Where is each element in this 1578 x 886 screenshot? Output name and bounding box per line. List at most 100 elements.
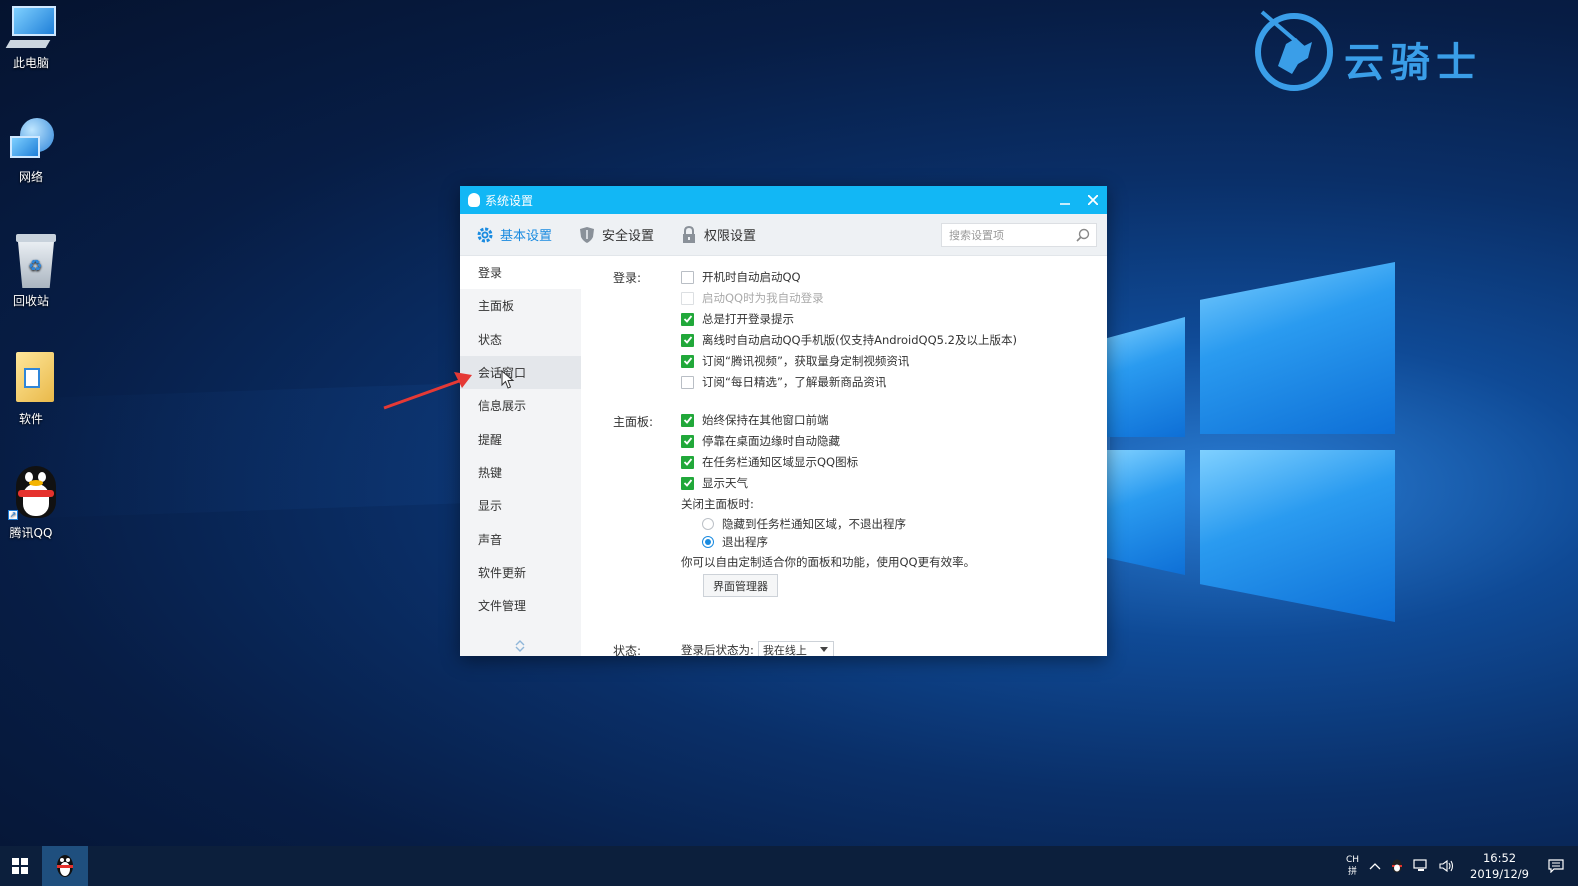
option-label: 停靠在桌面边缘时自动隐藏 xyxy=(702,434,840,448)
qq-penguin-icon xyxy=(57,855,73,877)
checkbox-checked[interactable] xyxy=(681,434,694,448)
option-label: 订阅“腾讯视频”，获取量身定制视频资讯 xyxy=(702,354,910,368)
desktop-icon-recycle-bin[interactable]: ♻ 回收站 xyxy=(0,234,62,309)
shield-icon xyxy=(578,226,596,244)
option-auto-login: 启动QQ时为我自动登录 xyxy=(681,290,824,306)
chevron-up-icon[interactable] xyxy=(1369,862,1381,870)
interface-manager-button[interactable]: 界面管理器 xyxy=(703,574,778,597)
qq-tray-icon[interactable] xyxy=(1391,859,1403,873)
option-label: 在任务栏通知区域显示QQ图标 xyxy=(702,455,859,469)
desktop-icon-network[interactable]: 网络 xyxy=(0,118,62,185)
status-select-value: 我在线上 xyxy=(762,644,807,656)
radio-exit-program[interactable]: 退出程序 xyxy=(702,534,768,550)
settings-sidebar: 登录 主面板 状态 会话窗口 信息展示 提醒 热键 显示 声音 软件更新 文件管… xyxy=(460,256,581,656)
desktop-icon-software-folder[interactable]: 软件 xyxy=(0,352,62,427)
option-always-on-top[interactable]: 始终保持在其他窗口前端 xyxy=(681,412,829,428)
option-label: 始终保持在其他窗口前端 xyxy=(702,413,829,427)
status-after-login-row: 登录后状态为: 我在线上 xyxy=(681,641,834,656)
option-auto-hide[interactable]: 停靠在桌面边缘时自动隐藏 xyxy=(681,433,840,449)
option-show-weather[interactable]: 显示天气 xyxy=(681,475,748,491)
desktop-icon-qq[interactable]: ↗ 腾讯QQ xyxy=(0,466,62,541)
sidebar-item-software-update[interactable]: 软件更新 xyxy=(460,556,581,589)
tab-permission-settings[interactable]: 权限设置 xyxy=(680,225,756,244)
knight-icon xyxy=(1255,10,1333,91)
status-select[interactable]: 我在线上 xyxy=(757,641,834,656)
ime-lang: CH xyxy=(1345,855,1360,865)
computer-icon xyxy=(5,4,56,50)
sidebar-item-status[interactable]: 状态 xyxy=(460,323,581,356)
desktop-icon-label: 腾讯QQ xyxy=(9,526,53,540)
radio-selected[interactable] xyxy=(702,536,714,548)
desktop-icon-label: 软件 xyxy=(18,412,43,426)
radio-unselected[interactable] xyxy=(702,518,714,530)
taskbar-qq-button[interactable] xyxy=(42,846,88,886)
tab-basic-settings[interactable]: 基本设置 xyxy=(476,225,552,244)
login-section-label: 登录: xyxy=(613,271,642,285)
gear-icon xyxy=(476,226,494,244)
tab-label: 安全设置 xyxy=(602,229,655,244)
check-icon xyxy=(683,437,692,445)
option-label: 退出程序 xyxy=(722,535,768,549)
dialog-title: 系统设置 xyxy=(485,193,534,208)
checkbox-unchecked[interactable] xyxy=(681,375,694,389)
network-icon xyxy=(6,118,56,164)
volume-icon[interactable] xyxy=(1439,859,1455,873)
windows-start-icon xyxy=(12,858,28,874)
brand-logo: 云骑士 xyxy=(1252,8,1532,98)
radio-hide-to-tray[interactable]: 隐藏到任务栏通知区域，不退出程序 xyxy=(702,516,906,532)
option-label: 订阅“每日精选”，了解最新商品资讯 xyxy=(702,375,887,389)
qq-logo-icon xyxy=(468,193,480,207)
option-offline-mobile[interactable]: 离线时自动启动QQ手机版(仅支持AndroidQQ5.2及以上版本) xyxy=(681,332,1017,348)
desktop-icon-label: 回收站 xyxy=(12,294,49,308)
option-label: 离线时自动启动QQ手机版(仅支持AndroidQQ5.2及以上版本) xyxy=(702,333,1017,347)
system-settings-dialog: 系统设置 基本设置 安全设置 权限设置 搜索设置项 登录 主面板 状态 信息展示… xyxy=(460,186,1107,656)
option-label: 启动QQ时为我自动登录 xyxy=(702,291,824,305)
checkbox-unchecked[interactable] xyxy=(681,270,694,284)
settings-tabbar: 基本设置 安全设置 权限设置 搜索设置项 xyxy=(460,214,1107,256)
option-tray-icon[interactable]: 在任务栏通知区域显示QQ图标 xyxy=(681,454,858,470)
ime-indicator[interactable]: CH 拼 xyxy=(1346,854,1359,878)
check-icon xyxy=(683,315,692,323)
close-button[interactable] xyxy=(1079,186,1107,214)
search-icon[interactable] xyxy=(1076,228,1090,245)
minimize-button[interactable] xyxy=(1051,186,1079,214)
sidebar-item-login[interactable]: 登录 xyxy=(460,256,581,290)
sidebar-item-reminder[interactable]: 提醒 xyxy=(460,422,581,455)
checkbox-checked[interactable] xyxy=(681,476,694,490)
check-icon xyxy=(683,458,692,466)
chevron-down-icon xyxy=(819,647,828,652)
sidebar-scroll-icon[interactable] xyxy=(514,639,526,656)
settings-search-input[interactable]: 搜索设置项 xyxy=(941,223,1097,247)
sidebar-item-main-panel[interactable]: 主面板 xyxy=(460,289,581,322)
dialog-titlebar[interactable]: 系统设置 xyxy=(460,186,1107,214)
taskbar-clock[interactable]: 16:52 2019/12/9 xyxy=(1470,850,1529,882)
checkbox-checked[interactable] xyxy=(681,413,694,427)
option-auto-start[interactable]: 开机时自动启动QQ xyxy=(681,269,801,285)
notification-center-icon[interactable] xyxy=(1548,859,1564,873)
sidebar-item-hotkeys[interactable]: 热键 xyxy=(460,456,581,489)
folder-icon xyxy=(6,352,56,402)
checkbox-checked[interactable] xyxy=(681,333,694,347)
option-login-prompt[interactable]: 总是打开登录提示 xyxy=(681,311,794,327)
minimize-icon xyxy=(1060,203,1070,205)
status-section-label: 状态: xyxy=(613,644,642,656)
tab-security-settings[interactable]: 安全设置 xyxy=(578,225,654,244)
checkbox-checked[interactable] xyxy=(681,455,694,469)
sidebar-item-file-management[interactable]: 文件管理 xyxy=(460,589,581,622)
search-placeholder: 搜索设置项 xyxy=(949,229,1004,242)
desktop-icon-computer[interactable]: 此电脑 xyxy=(0,4,62,71)
sidebar-item-sound[interactable]: 声音 xyxy=(460,522,581,555)
checkbox-checked[interactable] xyxy=(681,312,694,326)
option-label: 隐藏到任务栏通知区域，不退出程序 xyxy=(722,517,906,531)
option-subscribe-video[interactable]: 订阅“腾讯视频”，获取量身定制视频资讯 xyxy=(681,353,909,369)
checkbox-checked[interactable] xyxy=(681,354,694,368)
checkbox-disabled xyxy=(681,291,694,305)
desktop-icon-label: 此电脑 xyxy=(12,56,49,70)
option-subscribe-daily[interactable]: 订阅“每日精选”，了解最新商品资讯 xyxy=(681,374,886,390)
system-tray: CH 拼 16:52 2019/12/9 xyxy=(1341,846,1578,886)
network-icon[interactable] xyxy=(1413,859,1429,873)
start-button[interactable] xyxy=(0,846,40,886)
annotation-arrow-icon xyxy=(383,372,472,410)
recycle-bin-icon: ♻ xyxy=(6,234,56,288)
sidebar-item-display[interactable]: 显示 xyxy=(460,489,581,522)
